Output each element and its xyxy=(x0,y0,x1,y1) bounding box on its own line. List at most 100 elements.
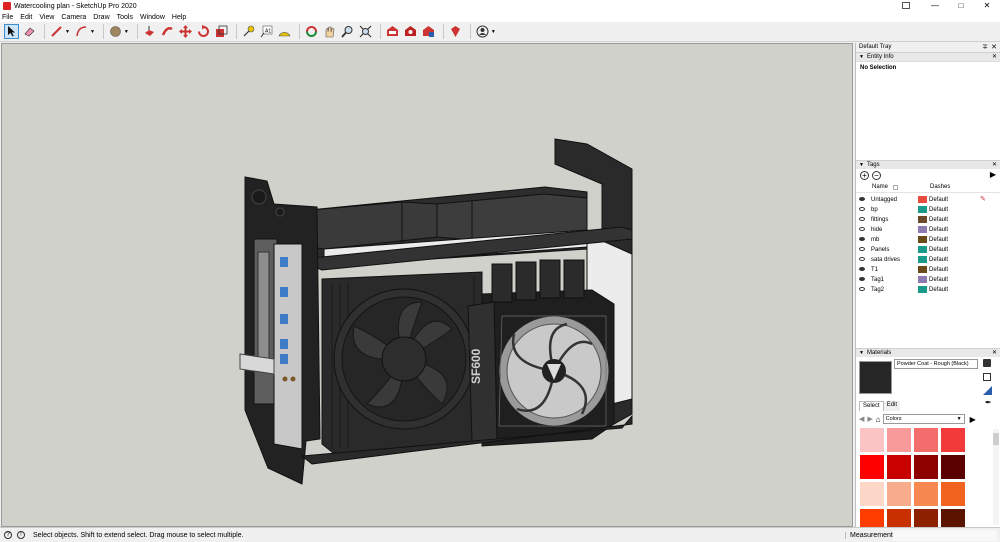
tag-color-swatch[interactable] xyxy=(918,226,927,233)
default-material-icon[interactable] xyxy=(983,386,992,395)
panel-close-icon[interactable]: ✕ xyxy=(992,349,997,358)
move-tool-icon[interactable] xyxy=(178,24,193,39)
color-swatch[interactable] xyxy=(914,482,938,506)
tray-toggle-icon[interactable] xyxy=(902,2,910,9)
tag-name[interactable]: T1 xyxy=(871,267,878,273)
color-swatch[interactable] xyxy=(887,428,911,452)
tag-name[interactable]: fittings xyxy=(871,217,888,223)
home-icon[interactable]: ⌂ xyxy=(876,415,881,424)
color-swatch[interactable] xyxy=(914,428,938,452)
scrollbar-thumb[interactable] xyxy=(993,433,999,445)
eye-open-icon[interactable] xyxy=(859,267,865,271)
pin-icon[interactable]: ∓ xyxy=(982,43,988,52)
tag-color-swatch[interactable] xyxy=(918,246,927,253)
warehouse-icon[interactable] xyxy=(385,24,400,39)
chevron-down-icon[interactable]: ▼ xyxy=(90,29,95,35)
text-tool-icon[interactable]: A1 xyxy=(259,24,274,39)
tag-color-swatch[interactable] xyxy=(918,266,927,273)
zoom-tool-icon[interactable] xyxy=(340,24,355,39)
details-arrow-icon[interactable]: ▶ xyxy=(990,170,996,179)
tag-color-swatch[interactable] xyxy=(918,286,927,293)
tag-row[interactable]: Tag2 Default xyxy=(856,285,1000,295)
menu-camera[interactable]: Camera xyxy=(61,14,86,21)
tag-row[interactable]: Panels Default xyxy=(856,245,1000,255)
color-swatch[interactable] xyxy=(860,482,884,506)
eye-closed-icon[interactable] xyxy=(859,247,865,251)
eye-closed-icon[interactable] xyxy=(859,217,865,221)
eye-closed-icon[interactable] xyxy=(859,207,865,211)
delete-tag-icon[interactable]: − xyxy=(872,171,881,180)
add-tag-icon[interactable]: + xyxy=(860,171,869,180)
chevron-down-icon[interactable]: ▼ xyxy=(491,29,496,35)
tag-dashes[interactable]: Default xyxy=(929,277,948,283)
follow-me-icon[interactable] xyxy=(160,24,175,39)
push-pull-icon[interactable] xyxy=(142,24,157,39)
tag-name[interactable]: mb xyxy=(871,237,879,243)
entity-info-header[interactable]: ▼ Entity Info ✕ xyxy=(856,52,1000,61)
materials-header[interactable]: ▼ Materials ✕ xyxy=(856,348,1000,357)
tag-color-swatch[interactable] xyxy=(918,196,927,203)
measurements-field[interactable] xyxy=(893,530,997,541)
menu-view[interactable]: View xyxy=(39,14,54,21)
ruby-console-icon[interactable] xyxy=(448,24,463,39)
menu-window[interactable]: Window xyxy=(140,14,165,21)
tag-color-swatch[interactable] xyxy=(918,236,927,243)
color-swatch[interactable] xyxy=(914,455,938,479)
menu-help[interactable]: Help xyxy=(172,14,186,21)
color-swatch[interactable] xyxy=(887,455,911,479)
tag-row[interactable]: fittings Default xyxy=(856,215,1000,225)
close-button[interactable]: ✕ xyxy=(974,0,1000,12)
tags-header[interactable]: ▼ Tags ✕ xyxy=(856,160,1000,169)
tray-close-icon[interactable]: ✕ xyxy=(991,43,997,52)
tag-row[interactable]: hide Default xyxy=(856,225,1000,235)
tag-name[interactable]: hide xyxy=(871,227,882,233)
protractor-icon[interactable] xyxy=(277,24,292,39)
menu-tools[interactable]: Tools xyxy=(117,14,133,21)
materials-scrollbar[interactable] xyxy=(993,429,999,525)
arc-tool-icon[interactable] xyxy=(74,24,89,39)
tag-dashes[interactable]: Default xyxy=(929,227,948,233)
pencil-icon[interactable]: ✎ xyxy=(980,195,986,203)
tag-name-column[interactable]: Name xyxy=(872,184,888,190)
scale-tool-icon[interactable] xyxy=(214,24,229,39)
rotate-tool-icon[interactable] xyxy=(196,24,211,39)
tag-row[interactable]: Untagged Default ✎ xyxy=(856,195,1000,205)
color-swatch[interactable] xyxy=(941,482,965,506)
paint-bucket-icon[interactable] xyxy=(108,24,123,39)
zoom-extents-icon[interactable] xyxy=(358,24,373,39)
eye-open-icon[interactable] xyxy=(859,197,865,201)
tag-name[interactable]: Panels xyxy=(871,247,889,253)
account-icon[interactable] xyxy=(475,24,490,39)
menu-draw[interactable]: Draw xyxy=(93,14,109,21)
tag-dashes[interactable]: Default xyxy=(929,267,948,273)
details-arrow-icon[interactable]: ▶ xyxy=(970,415,976,424)
color-swatch[interactable] xyxy=(860,455,884,479)
minimize-button[interactable]: — xyxy=(922,0,948,12)
tag-color-swatch[interactable] xyxy=(918,256,927,263)
tag-name[interactable]: Tag1 xyxy=(871,277,884,283)
tag-name[interactable]: Untagged xyxy=(871,197,897,203)
tape-measure-icon[interactable] xyxy=(241,24,256,39)
panel-close-icon[interactable]: ✕ xyxy=(992,53,997,62)
tab-edit[interactable]: Edit xyxy=(883,401,901,411)
sample-paint-icon[interactable]: ✒ xyxy=(985,398,992,407)
tag-dashes[interactable]: Default xyxy=(929,257,948,263)
color-swatch[interactable] xyxy=(941,455,965,479)
tag-dashes[interactable]: Default xyxy=(929,247,948,253)
create-material-icon[interactable] xyxy=(983,373,991,381)
chevron-down-icon[interactable]: ▼ xyxy=(124,29,129,35)
tag-row[interactable]: sata drives Default xyxy=(856,255,1000,265)
color-swatch[interactable] xyxy=(860,428,884,452)
tag-name[interactable]: Tag2 xyxy=(871,287,884,293)
eye-open-icon[interactable] xyxy=(859,277,865,281)
pan-tool-icon[interactable] xyxy=(322,24,337,39)
material-name-field[interactable]: Powder Coat - Rough (Black) xyxy=(894,359,978,369)
tag-dashes[interactable]: Default xyxy=(929,287,948,293)
tag-dashes[interactable]: Default xyxy=(929,197,948,203)
menu-file[interactable]: File xyxy=(2,14,13,21)
eraser-tool-icon[interactable] xyxy=(22,24,37,39)
eye-closed-icon[interactable] xyxy=(859,287,865,291)
tag-color-swatch[interactable] xyxy=(918,206,927,213)
back-arrow-icon[interactable]: ◀ xyxy=(859,415,864,423)
tag-row[interactable]: Tag1 Default xyxy=(856,275,1000,285)
